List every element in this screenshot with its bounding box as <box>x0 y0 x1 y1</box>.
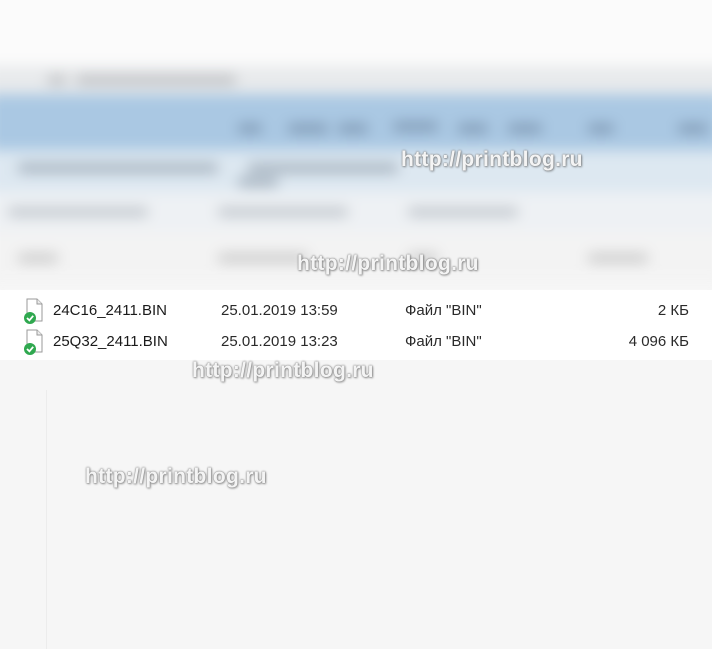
file-row[interactable]: 24C16_2411.BIN 25.01.2019 13:59 Файл "BI… <box>0 296 712 327</box>
file-type: Файл "BIN" <box>405 333 482 350</box>
empty-list-area[interactable] <box>0 360 712 649</box>
watermark-text: http://printblog.ru <box>192 359 374 382</box>
column-toolbar <box>0 192 712 232</box>
file-name: 24C16_2411.BIN <box>53 302 167 319</box>
blurred-explorer-chrome <box>0 0 712 290</box>
watermark-text: http://printblog.ru <box>297 252 479 275</box>
bin-file-synced-icon <box>22 298 46 324</box>
watermark-text: http://printblog.ru <box>401 148 583 171</box>
file-name: 25Q32_2411.BIN <box>53 333 168 350</box>
title-bar <box>0 66 712 96</box>
file-date: 25.01.2019 13:59 <box>221 302 338 319</box>
watermark-text: http://printblog.ru <box>85 465 267 488</box>
file-size: 4 096 КБ <box>628 333 689 350</box>
file-date: 25.01.2019 13:23 <box>221 333 338 350</box>
file-list: 24C16_2411.BIN 25.01.2019 13:59 Файл "BI… <box>0 290 712 360</box>
address-bar[interactable] <box>0 150 712 194</box>
file-type: Файл "BIN" <box>405 302 482 319</box>
ribbon-toolbar[interactable] <box>0 94 712 152</box>
bin-file-synced-icon <box>22 329 46 355</box>
file-size: 2 КБ <box>657 302 689 319</box>
file-row[interactable]: 25Q32_2411.BIN 25.01.2019 13:23 Файл "BI… <box>0 327 712 358</box>
